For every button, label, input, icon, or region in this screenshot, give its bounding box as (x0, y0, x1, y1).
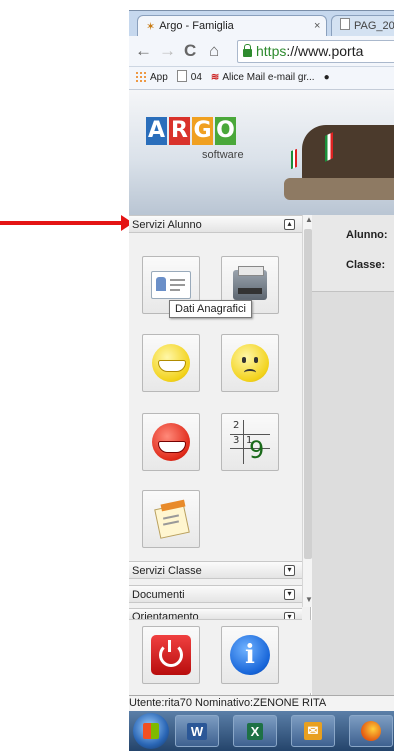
forward-arrow-icon[interactable]: → (159, 40, 176, 62)
italian-flag-icon (291, 148, 297, 170)
bookmark-label: 04 (190, 72, 202, 83)
bookmark-label: App (150, 72, 168, 83)
status-bar: Utente:rita70 Nominativo:ZENONE RITA (129, 695, 394, 711)
accordion-label: Orientamento (132, 611, 199, 620)
back-arrow-icon[interactable]: ← (135, 40, 152, 62)
main-content: Alunno: Classe: (312, 215, 394, 695)
bookmarks-bar: App 04 ≋ Alice Mail e-mail gr... ● (129, 67, 394, 90)
tab-pag[interactable]: PAG_20 (331, 15, 394, 38)
accordion-servizi-classe[interactable]: Servizi Classe ▾ (129, 561, 302, 579)
grid-digit: 2 (233, 420, 240, 431)
apple-icon: ● (323, 72, 330, 83)
annotation-arrow-line (0, 221, 122, 225)
logo-letter: O (215, 117, 236, 145)
windows-start-icon[interactable] (133, 713, 169, 749)
close-tab-icon[interactable]: × (314, 16, 320, 37)
expand-icon[interactable]: ▾ (284, 589, 295, 600)
worried-face-button[interactable] (221, 334, 279, 392)
banner-illustration-desk (284, 178, 394, 200)
argo-banner: ARGO software (129, 90, 394, 215)
bookmark-apple[interactable]: ● (324, 67, 330, 89)
address-bar[interactable]: https://www.porta (237, 40, 394, 63)
accordion-label: Servizi Alunno (132, 219, 202, 231)
navigation-bar: ← → C ⌂ https://www.porta (129, 36, 394, 67)
logo-subtitle: software (202, 149, 244, 161)
student-info-panel: Alunno: Classe: (312, 215, 394, 292)
home-icon[interactable]: ⌂ (209, 40, 219, 62)
url-text: ://www.porta (286, 43, 364, 59)
grid-digit: 3 (233, 435, 240, 446)
logout-button[interactable] (142, 626, 200, 684)
devil-face-button[interactable] (142, 413, 200, 471)
apps-grid-icon (135, 71, 146, 82)
logo-letter: G (192, 117, 213, 145)
logo-letter: A (146, 117, 167, 145)
word-icon[interactable]: W (175, 715, 219, 747)
expand-icon[interactable]: ▾ (284, 612, 295, 619)
firefox-icon[interactable] (349, 715, 393, 747)
url-scheme: https (256, 43, 287, 59)
browser-window: ✶ Argo - Famiglia × PAG_20 ← → C ⌂ https:… (129, 10, 394, 751)
laughing-face-icon (152, 344, 190, 382)
classe-label: Classe: (346, 259, 386, 271)
excel-icon[interactable]: X (233, 715, 277, 747)
accordion-label: Documenti (132, 589, 185, 601)
argo-favicon-icon: ✶ (146, 21, 156, 33)
bookmark-alice-mail[interactable]: ≋ Alice Mail e-mail gr... (211, 67, 315, 89)
sudoku-grid-icon: 2 3 1 9 (230, 420, 270, 464)
expand-icon[interactable]: ▾ (284, 565, 295, 576)
italian-flag-icon (325, 132, 333, 162)
argo-logo: ARGO (146, 117, 238, 145)
tooltip-dati-anagrafici: Dati Anagrafici (169, 300, 252, 318)
info-icon: i (230, 635, 270, 675)
tab-bar: ✶ Argo - Famiglia × PAG_20 (129, 10, 394, 38)
logo-letter: R (169, 117, 190, 145)
lock-icon (243, 44, 252, 57)
laughing-face-button[interactable] (142, 334, 200, 392)
info-button[interactable]: i (221, 626, 279, 684)
notes-button[interactable] (142, 490, 200, 548)
alice-mail-icon: ≋ (210, 72, 220, 83)
devil-face-icon (152, 423, 190, 461)
page-icon (176, 70, 187, 82)
accordion-documenti[interactable]: Documenti ▾ (129, 585, 302, 603)
id-card-icon (151, 271, 191, 299)
grid-digit: 9 (249, 436, 265, 464)
bookmark-apps[interactable]: App (129, 67, 168, 89)
accordion-label: Servizi Classe (132, 565, 202, 577)
tab-argo-famiglia[interactable]: ✶ Argo - Famiglia × (137, 15, 327, 38)
windows-taskbar: W X ✉ (129, 711, 394, 751)
collapse-icon[interactable]: ▴ (284, 219, 295, 230)
scrollbar-thumb[interactable] (304, 229, 312, 559)
sidebar-bottom-bar: i (129, 620, 314, 693)
tab-title: PAG_20 (354, 20, 394, 32)
outlook-icon[interactable]: ✉ (291, 715, 335, 747)
accordion-orientamento[interactable]: Orientamento ▾ (129, 608, 302, 620)
user-info-text: Utente:rita70 Nominativo:ZENONE RITA (129, 697, 327, 709)
sudoku-grid-button[interactable]: 2 3 1 9 (221, 413, 279, 471)
bookmark-04[interactable]: 04 (176, 67, 202, 89)
printer-icon (233, 266, 267, 300)
alunno-label: Alunno: (346, 229, 388, 241)
tab-title: Argo - Famiglia (159, 20, 234, 32)
power-icon (151, 635, 191, 675)
bookmark-label: Alice Mail e-mail gr... (222, 72, 315, 83)
page-favicon-icon (340, 18, 350, 30)
notes-icon (153, 499, 190, 539)
reload-icon[interactable]: C (184, 40, 196, 62)
banner-illustration-chair (302, 125, 394, 183)
accordion-servizi-alunno[interactable]: Servizi Alunno ▴ (129, 215, 302, 233)
worried-face-icon (231, 344, 269, 382)
